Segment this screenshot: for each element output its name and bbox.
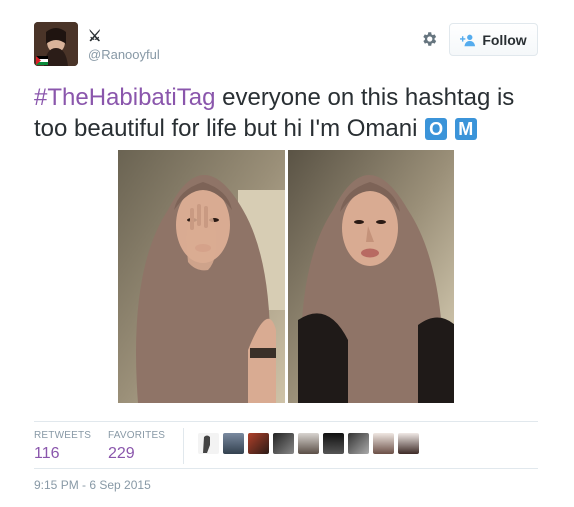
favorite-avatar[interactable]: [198, 433, 219, 454]
favorites-count[interactable]: 229: [108, 445, 165, 463]
add-user-icon: [460, 34, 476, 46]
divider: [34, 468, 538, 469]
tweet-text: #TheHabibatiTag everyone on this hashtag…: [34, 82, 549, 144]
favorite-avatar[interactable]: [298, 433, 319, 454]
gear-icon[interactable]: [420, 30, 438, 48]
photo-left[interactable]: [118, 150, 285, 403]
hashtag-link[interactable]: #TheHabibatiTag: [34, 84, 215, 111]
favorite-avatar[interactable]: [223, 433, 244, 454]
favorite-avatar[interactable]: [248, 433, 269, 454]
favorite-avatar[interactable]: [348, 433, 369, 454]
stats-divider: [183, 428, 184, 464]
display-name[interactable]: ⚔: [88, 27, 101, 45]
follow-label: Follow: [482, 31, 527, 48]
photo-right[interactable]: [287, 150, 454, 403]
favorite-avatar[interactable]: [323, 433, 344, 454]
tweet-media[interactable]: [118, 150, 454, 403]
retweets-count[interactable]: 116: [34, 445, 91, 463]
favorites-stat[interactable]: FAVORITES 229: [108, 430, 165, 463]
retweets-stat[interactable]: RETWEETS 116: [34, 430, 91, 463]
retweets-label: RETWEETS: [34, 430, 92, 441]
avatar[interactable]: [34, 22, 78, 66]
favorite-avatar[interactable]: [273, 433, 294, 454]
letter-m-emoji: M: [454, 118, 477, 140]
tweet-timestamp[interactable]: 9:15 PM - 6 Sep 2015: [34, 478, 151, 492]
favorite-avatar[interactable]: [398, 433, 419, 454]
favorite-avatar[interactable]: [373, 433, 394, 454]
letter-o-emoji: O: [425, 118, 448, 140]
favorited-by-avatars: [198, 433, 419, 454]
favorites-label: FAVORITES: [108, 430, 166, 441]
follow-button[interactable]: Follow: [449, 23, 538, 56]
divider: [34, 421, 538, 422]
user-handle[interactable]: @Ranooyful: [88, 47, 160, 62]
